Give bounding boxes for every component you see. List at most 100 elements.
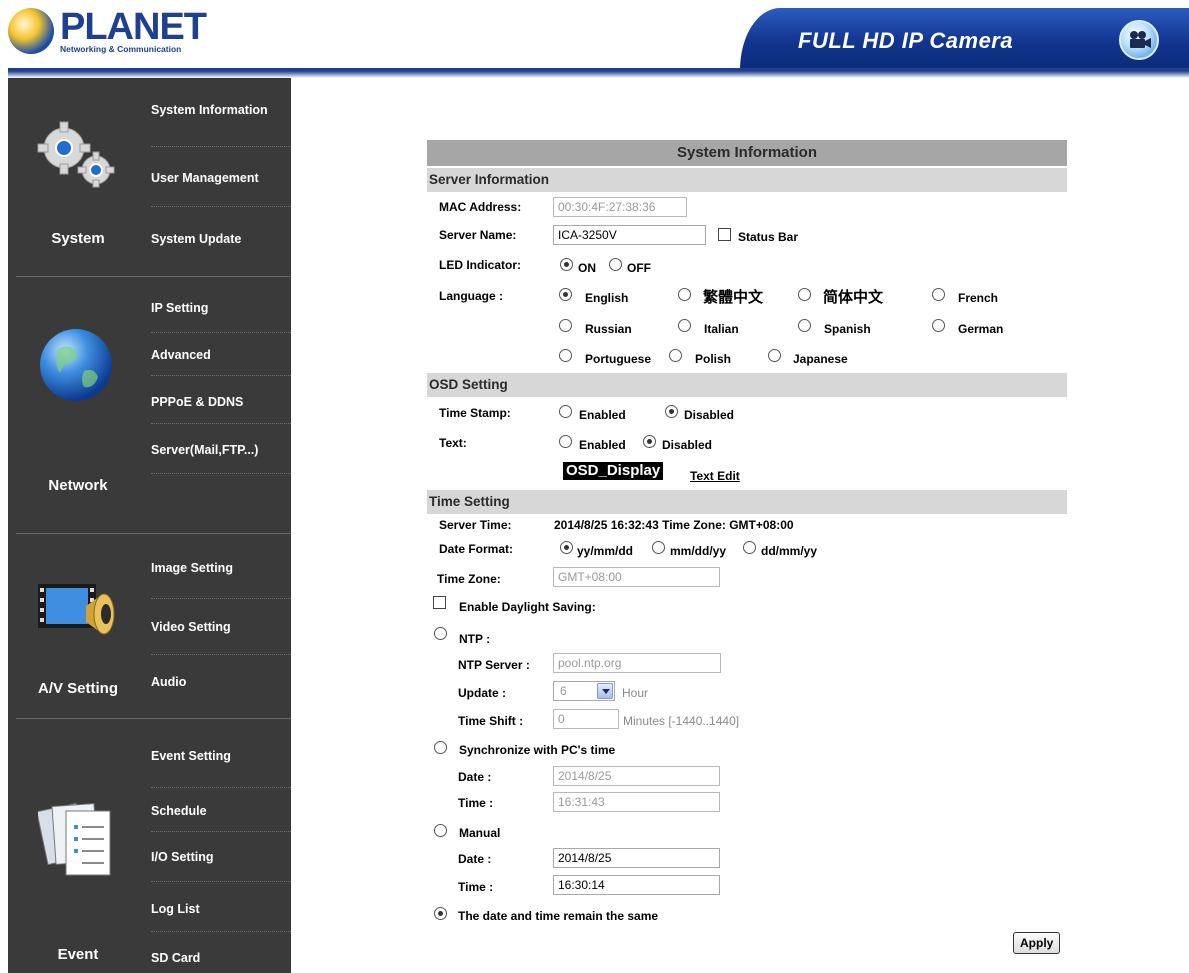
language-german-radio[interactable] xyxy=(932,319,945,332)
menu-divider xyxy=(151,787,291,788)
language-traditional-chinese-radio[interactable] xyxy=(678,288,691,301)
ntp-radio[interactable] xyxy=(434,627,447,640)
planet-logo: PLANET Networking & Communication xyxy=(8,8,207,54)
language-french-label: French xyxy=(958,291,999,305)
menu-divider xyxy=(151,598,291,599)
sidebar-item-pppoe-ddns[interactable]: PPPoE & DDNS xyxy=(151,395,291,409)
time-stamp-enabled-radio[interactable] xyxy=(559,405,572,418)
led-off-label: OFF xyxy=(627,261,651,275)
language-portuguese-radio[interactable] xyxy=(559,349,572,362)
remain-same-radio[interactable] xyxy=(434,907,447,920)
time-shift-label: Time Shift : xyxy=(458,714,524,728)
page: PLANET Networking & Communication FULL H… xyxy=(0,0,1189,973)
time-stamp-disabled-label: Disabled xyxy=(684,408,735,422)
daylight-saving-checkbox[interactable] xyxy=(433,596,446,609)
status-bar-checkbox[interactable] xyxy=(718,228,731,241)
sidebar-item-audio[interactable]: Audio xyxy=(151,675,291,689)
language-english-radio[interactable] xyxy=(559,288,572,301)
sidebar-item-image-setting[interactable]: Image Setting xyxy=(151,561,291,575)
product-title: FULL HD IP Camera xyxy=(798,28,1014,53)
pc-date-label: Date : xyxy=(458,770,492,784)
text-edit-link[interactable]: Text Edit xyxy=(690,469,740,483)
film-speaker-icon xyxy=(38,584,115,635)
language-spanish-label: Spanish xyxy=(824,322,871,336)
language-simplified-chinese-label: 简体中文 xyxy=(823,289,884,306)
sidebar-item-system-information[interactable]: System Information xyxy=(151,103,291,117)
time-stamp-disabled-radio[interactable] xyxy=(665,405,678,418)
update-unit: Hour xyxy=(622,686,649,700)
language-polish-radio[interactable] xyxy=(669,349,682,362)
osd-text-disabled-radio[interactable] xyxy=(643,435,656,448)
menu-divider xyxy=(151,881,291,882)
osd-text-enabled-label: Enabled xyxy=(579,438,626,452)
documents-icon xyxy=(38,802,111,876)
menu-divider xyxy=(151,423,291,424)
osd-text-disabled-label: Disabled xyxy=(662,438,713,452)
sidebar-item-server[interactable]: Server(Mail,FTP...) xyxy=(151,443,291,457)
section-time-setting: Time Setting xyxy=(427,490,1067,514)
server-name-label: Server Name: xyxy=(439,228,517,242)
date-format-ddmmyy-radio[interactable] xyxy=(743,541,756,554)
sync-pc-radio[interactable] xyxy=(434,741,447,754)
date-format-mmddyy-radio[interactable] xyxy=(652,541,665,554)
section-server-information: Server Information xyxy=(427,168,1067,192)
sidebar-item-user-management[interactable]: User Management xyxy=(151,171,291,185)
menu-divider xyxy=(151,332,291,333)
apply-button[interactable]: Apply xyxy=(1013,932,1061,954)
sidebar-item-sd-card[interactable]: SD Card xyxy=(151,951,291,965)
time-zone-field: GMT+08:00 xyxy=(553,567,720,587)
menu-divider xyxy=(151,654,291,655)
page-title: System Information xyxy=(427,140,1067,166)
led-on-radio[interactable] xyxy=(560,258,573,271)
sidebar-item-log-list[interactable]: Log List xyxy=(151,902,291,916)
language-russian-label: Russian xyxy=(585,322,632,336)
manual-date-input[interactable]: 2014/8/25 xyxy=(553,848,720,868)
sidebar-item-advanced[interactable]: Advanced xyxy=(151,348,291,362)
sidebar-item-video-setting[interactable]: Video Setting xyxy=(151,620,291,634)
chevron-down-icon xyxy=(597,683,613,699)
manual-date-label: Date : xyxy=(458,852,492,866)
sidebar-item-system-update[interactable]: System Update xyxy=(151,232,291,246)
pc-time-field: 16:31:43 xyxy=(553,792,720,812)
sidebar-group-label-event: Event xyxy=(57,946,99,963)
osd-text-enabled-radio[interactable] xyxy=(559,435,572,448)
header-divider xyxy=(8,68,1189,78)
ntp-server-input[interactable]: pool.ntp.org xyxy=(553,653,721,673)
date-format-label: Date Format: xyxy=(439,542,514,556)
sidebar-item-ip-setting[interactable]: IP Setting xyxy=(151,301,291,315)
language-italian-radio[interactable] xyxy=(678,319,691,332)
globe-icon xyxy=(40,329,112,401)
language-german-label: German xyxy=(958,322,1004,336)
sidebar-item-event-setting[interactable]: Event Setting xyxy=(151,749,291,763)
manual-label: Manual xyxy=(459,826,501,840)
led-off-radio[interactable] xyxy=(609,258,622,271)
language-simplified-chinese-radio[interactable] xyxy=(798,288,811,301)
language-russian-radio[interactable] xyxy=(559,319,572,332)
language-japanese-label: Japanese xyxy=(793,352,848,366)
server-name-input[interactable]: ICA-3250V xyxy=(553,225,706,245)
sidebar-item-io-setting[interactable]: I/O Setting xyxy=(151,850,291,864)
led-on-label: ON xyxy=(578,261,596,275)
date-format-ddmmyy-label: dd/mm/yy xyxy=(761,544,818,558)
menu-divider xyxy=(151,375,291,376)
ntp-server-label: NTP Server : xyxy=(458,658,530,672)
date-format-yymmdd-label: yy/mm/dd xyxy=(577,544,634,558)
sidebar-group-event: Event Event Setting Schedule I/O Setting… xyxy=(8,719,291,973)
sidebar-item-schedule[interactable]: Schedule xyxy=(151,804,291,818)
language-spanish-radio[interactable] xyxy=(798,319,811,332)
menu-divider xyxy=(151,146,291,147)
sidebar-group-label-system: System xyxy=(51,230,105,247)
manual-time-input[interactable]: 16:30:14 xyxy=(553,875,720,895)
mac-address-field: 00:30:4F:27:38:36 xyxy=(553,197,687,217)
video-camera-icon xyxy=(1119,20,1159,60)
manual-radio[interactable] xyxy=(434,824,447,837)
time-zone-label: Time Zone: xyxy=(437,572,501,586)
language-french-radio[interactable] xyxy=(932,288,945,301)
update-interval-select[interactable]: 6 xyxy=(553,681,615,701)
menu-divider xyxy=(151,931,291,932)
language-japanese-radio[interactable] xyxy=(768,349,781,362)
pc-time-label: Time : xyxy=(458,796,494,810)
time-shift-input[interactable]: 0 xyxy=(553,709,619,729)
date-format-yymmdd-radio[interactable] xyxy=(560,541,573,554)
ntp-label: NTP : xyxy=(459,632,491,646)
